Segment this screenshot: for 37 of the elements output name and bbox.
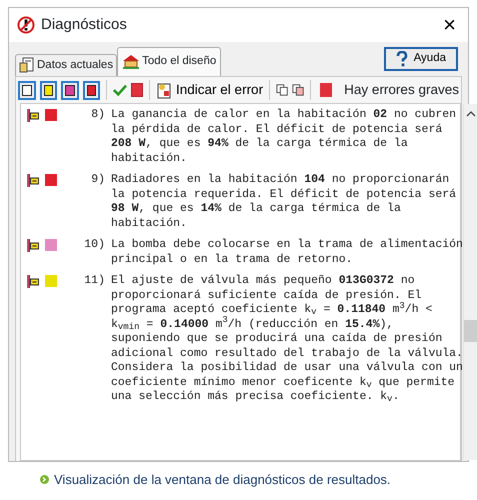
help-button[interactable]: Ayuda: [384, 47, 458, 71]
filter-button[interactable]: [82, 80, 100, 100]
message-icon: [27, 109, 39, 122]
status-text: Hay errores graves: [344, 80, 459, 99]
window-title: Diagnósticos: [41, 14, 127, 35]
message-number: 9): [90, 173, 106, 188]
error-icon: [17, 16, 35, 34]
message-text: La bomba debe colocarse en la trama de alimentación principal o en la trama de retorno.: [111, 238, 463, 267]
filter-button[interactable]: [61, 80, 79, 100]
message-icon: [27, 174, 39, 187]
document-icon: [156, 82, 172, 98]
message-icon: [27, 275, 39, 288]
square-icon[interactable]: [130, 83, 144, 97]
document-icon: [19, 57, 35, 74]
copy-icon[interactable]: [292, 83, 304, 97]
message-number: 8): [90, 108, 106, 122]
message-icon: [27, 239, 39, 252]
message-text: El ajuste de válvula más pequeño 013G0372 no proporcionará suficiente caída de presión. El programa aceptó coeficiente k$_{v}$ = 0.11840 m$^{3}$/h < k$_{vmin}$ = 0.14000 m$^{3}$/h (reducción en 15.4%), suponiendo que se producirá una caída de presión adicional como resultado del trabajo de la válvula. Considera la posibilidad de usar una válvula con un coeficiente mínimo menor coeficente k$_{v}$ que permite una selección más precisa coeficiente. k$_{v}$.: [111, 274, 463, 404]
message-text: Radiadores en la habitación 104 no proporcionarán la potencia requerida. El déficit de potencia será 98 W, que es 14% de la carga térmica de la habitación.: [111, 173, 458, 231]
tab[interactable]: Datos actuales: [15, 54, 118, 76]
bullet-icon: [40, 475, 49, 484]
close-button[interactable]: ×: [439, 14, 460, 36]
message-number: 11): [83, 274, 106, 288]
house-icon: [122, 53, 140, 70]
filter-button[interactable]: [40, 80, 58, 100]
scrollbar[interactable]: [463, 104, 477, 460]
tab[interactable]: Todo el diseño: [117, 46, 222, 76]
copy-icon[interactable]: [276, 83, 288, 97]
question-icon: [396, 51, 408, 67]
indicate-error-button[interactable]: Indicar el error: [156, 80, 264, 100]
caption: Visualización de la ventana de diagnósticos de resultados.: [54, 471, 391, 489]
message-text: La ganancia de calor en la habitación 02 no cubren la pérdida de calor. El déficit de potencia será 208 W, que es 94% de la carga térmica de la habitación.: [111, 108, 458, 166]
checkmark-icon[interactable]: [112, 83, 127, 97]
message-number: 10): [83, 238, 106, 252]
scroll-thumb[interactable]: [464, 320, 477, 342]
scroll-up-icon[interactable]: [466, 110, 476, 118]
filter-button[interactable]: [18, 80, 36, 100]
